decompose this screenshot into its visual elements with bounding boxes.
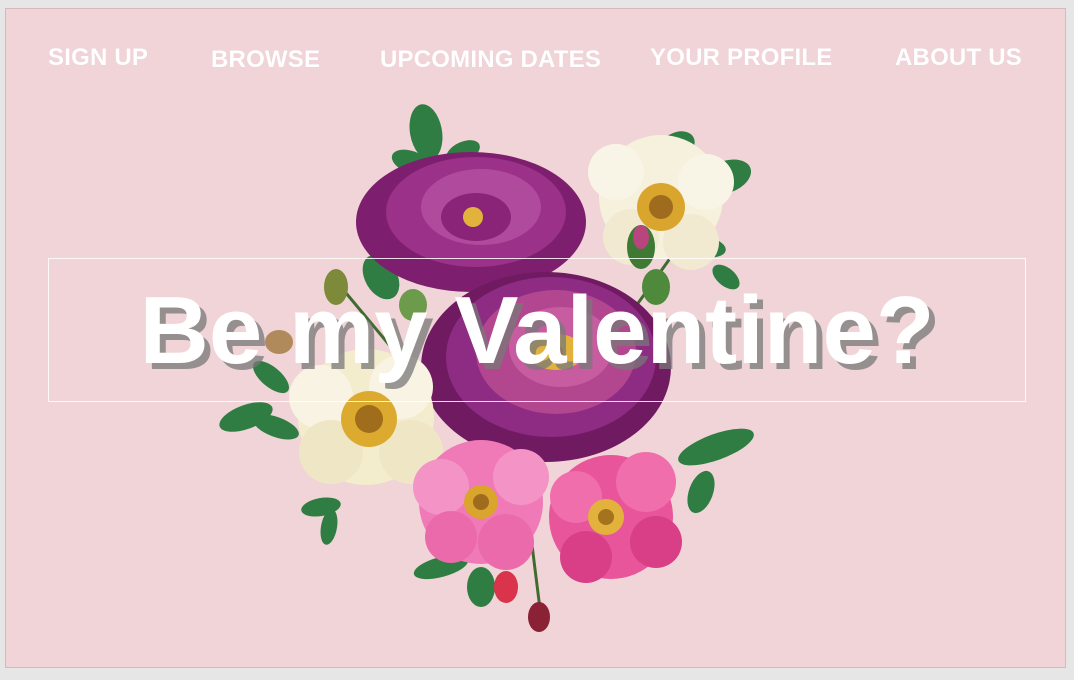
nav-browse[interactable]: BROWSE [211,46,320,74]
headline: Be my Valentine? [139,277,935,384]
nav-sign-up[interactable]: SIGN UP [48,44,148,72]
page-canvas: SIGN UP BROWSE UPCOMING DATES YOUR PROFI… [5,8,1066,668]
nav-your-profile[interactable]: YOUR PROFILE [650,44,832,72]
top-navigation: SIGN UP BROWSE UPCOMING DATES YOUR PROFI… [6,9,1065,109]
headline-box: Be my Valentine? [48,258,1026,402]
pink-flower-right [549,452,682,583]
nav-upcoming-dates[interactable]: UPCOMING DATES [380,46,601,74]
nav-about-us[interactable]: ABOUT US [895,44,1022,72]
cream-flower-top-right [588,135,734,270]
